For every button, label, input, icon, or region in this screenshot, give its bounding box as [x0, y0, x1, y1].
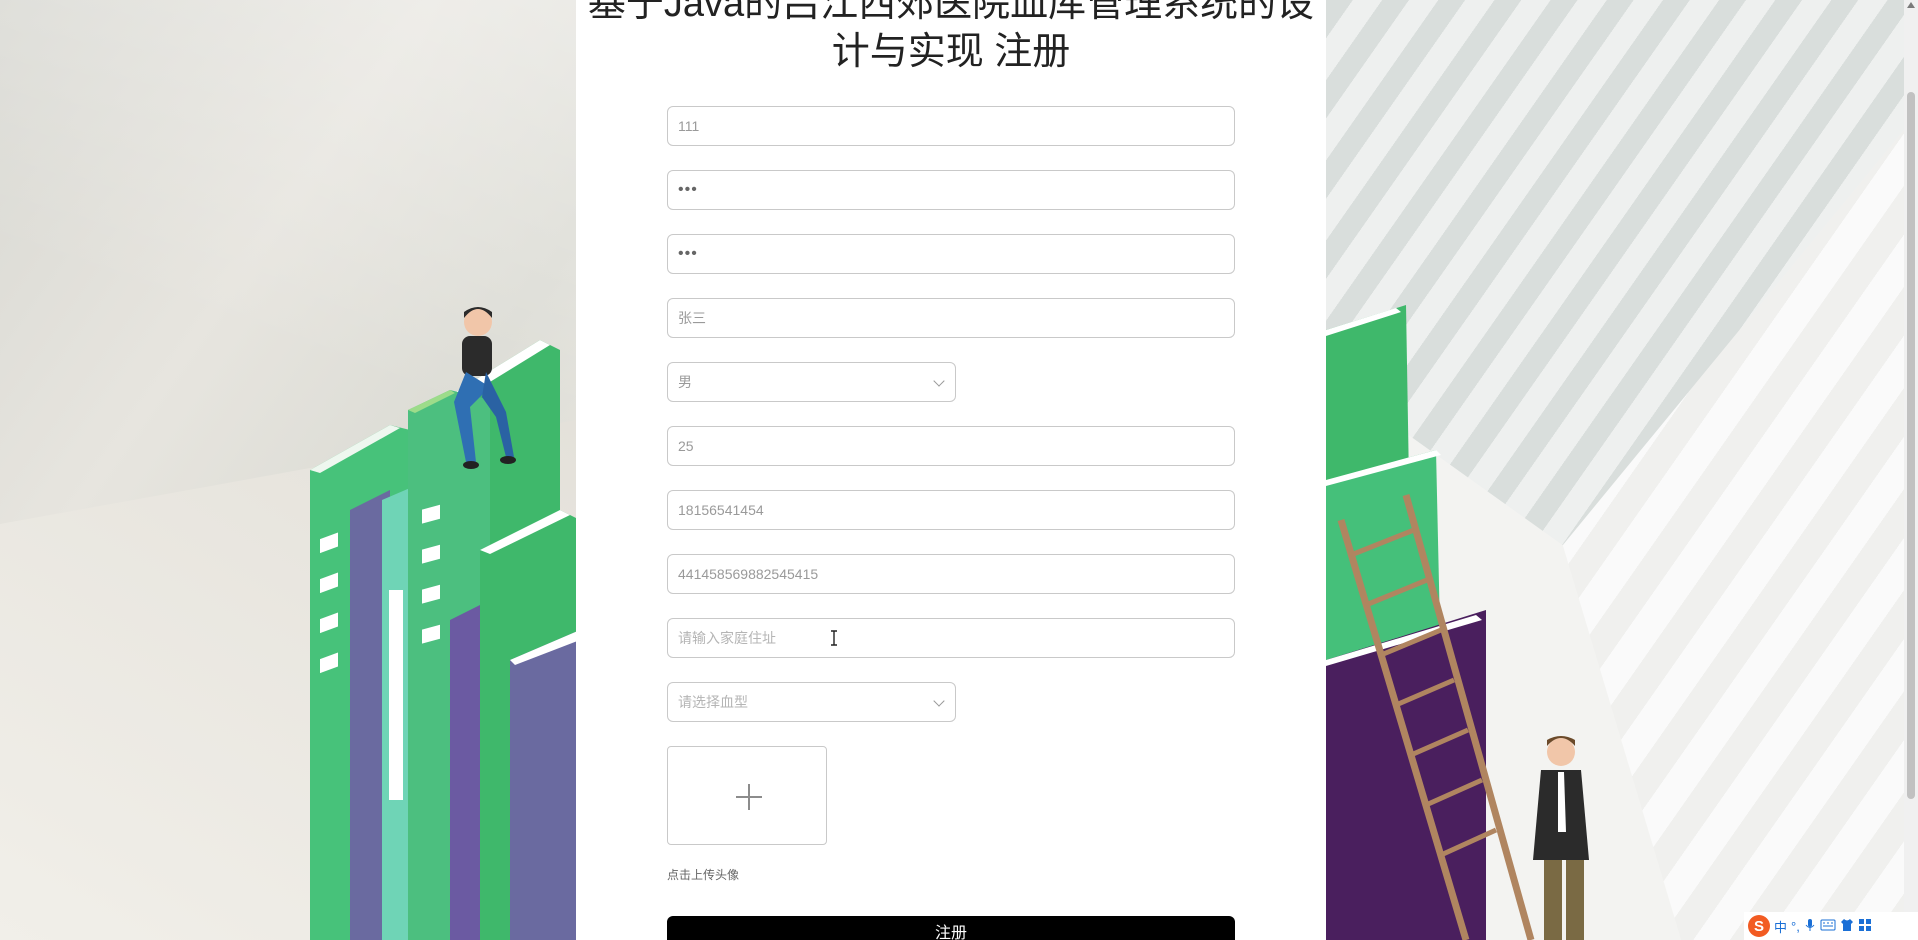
blood-type-select[interactable]: 请选择血型	[667, 682, 956, 722]
scroll-up-arrow-icon[interactable]	[1907, 2, 1915, 8]
age-input[interactable]: 25	[667, 426, 1235, 466]
username-input[interactable]: 111	[667, 106, 1235, 146]
confirm-password-input[interactable]: •••	[667, 234, 1235, 274]
books-stack-right-illustration	[1326, 305, 1589, 940]
text-cursor-icon	[831, 630, 837, 646]
shirt-icon[interactable]	[1840, 918, 1854, 935]
address-input[interactable]: 请输入家庭住址	[667, 618, 1235, 658]
gender-select-value: 男	[678, 374, 692, 390]
scrollbar-thumb[interactable]	[1907, 92, 1915, 799]
avatar-upload-box[interactable]	[667, 746, 827, 845]
blood-type-placeholder: 请选择血型	[678, 694, 748, 710]
id-card-input[interactable]: 441458569882545415	[667, 554, 1235, 594]
phone-input[interactable]: 18156541454	[667, 490, 1235, 530]
sogou-logo-icon[interactable]: S	[1748, 915, 1770, 937]
ime-toolbar: S 中 °,	[1744, 912, 1918, 940]
chevron-down-icon	[933, 375, 945, 387]
grid-icon[interactable]	[1858, 918, 1872, 935]
chevron-down-icon	[933, 695, 945, 707]
ime-punctuation-toggle[interactable]: °,	[1791, 919, 1800, 934]
name-input[interactable]: 张三	[667, 298, 1235, 338]
page-scrollbar[interactable]	[1904, 0, 1918, 940]
register-button[interactable]: 注册	[667, 916, 1235, 940]
gender-select[interactable]: 男	[667, 362, 956, 402]
register-panel: 基于Java的吕江西郊医院血库管理系统的设计与实现 注册 111 ••• •••…	[576, 0, 1326, 940]
ime-mode-toggle[interactable]: 中	[1774, 917, 1787, 936]
books-stack-left-illustration	[310, 307, 580, 940]
upload-hint-text: 点击上传头像	[667, 868, 740, 882]
microphone-icon[interactable]	[1804, 918, 1816, 935]
page-title: 基于Java的吕江西郊医院血库管理系统的设计与实现 注册	[587, 0, 1315, 73]
password-input[interactable]: •••	[667, 170, 1235, 210]
keyboard-icon[interactable]	[1820, 919, 1836, 934]
